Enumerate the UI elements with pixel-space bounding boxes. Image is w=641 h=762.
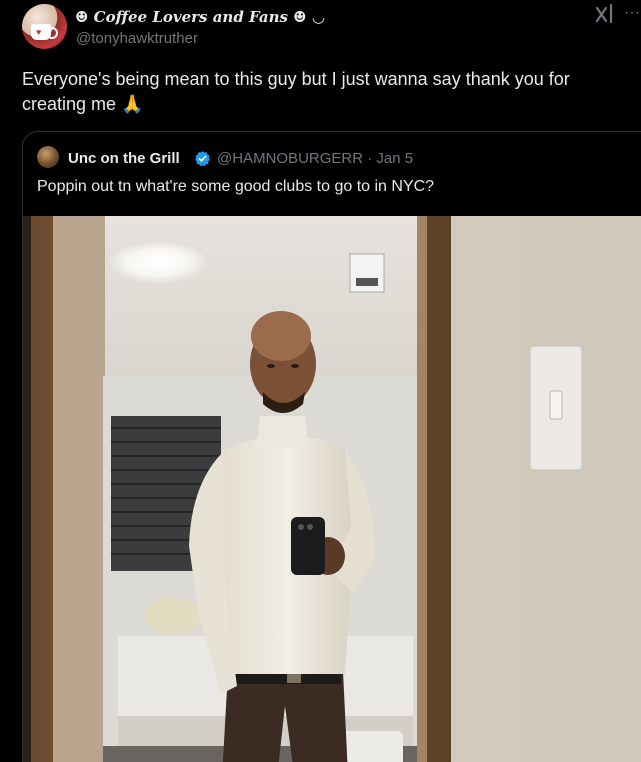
quoted-media-photo[interactable] <box>23 216 641 762</box>
more-options-icon[interactable]: ··· <box>624 4 640 22</box>
quoted-text: Poppin out tn what're some good clubs to… <box>37 178 435 195</box>
heart-icon: ♥ <box>36 27 42 37</box>
quoted-tweet[interactable]: Unc on the Grill @HAMNOBURGERR · Jan 5 P… <box>22 131 641 762</box>
quoted-avatar[interactable] <box>37 146 59 168</box>
tweet: ♥ ☻ Coffee Lovers and Fans ☻ ◡ @tonyhawk… <box>0 0 641 762</box>
verified-badge-icon <box>195 151 211 167</box>
grok-icon[interactable] <box>595 4 615 26</box>
user-handle[interactable]: @tonyhawktruther <box>76 30 198 47</box>
tweet-text: Everyone's being mean to this guy but I … <box>22 69 570 114</box>
user-avatar[interactable]: ♥ <box>22 4 67 49</box>
quoted-display-name[interactable]: Unc on the Grill <box>68 150 180 167</box>
display-name[interactable]: ☻ Coffee Lovers and Fans ☻ ◡ <box>75 8 325 26</box>
quoted-handle-date[interactable]: @HAMNOBURGERR · Jan 5 <box>217 150 413 167</box>
